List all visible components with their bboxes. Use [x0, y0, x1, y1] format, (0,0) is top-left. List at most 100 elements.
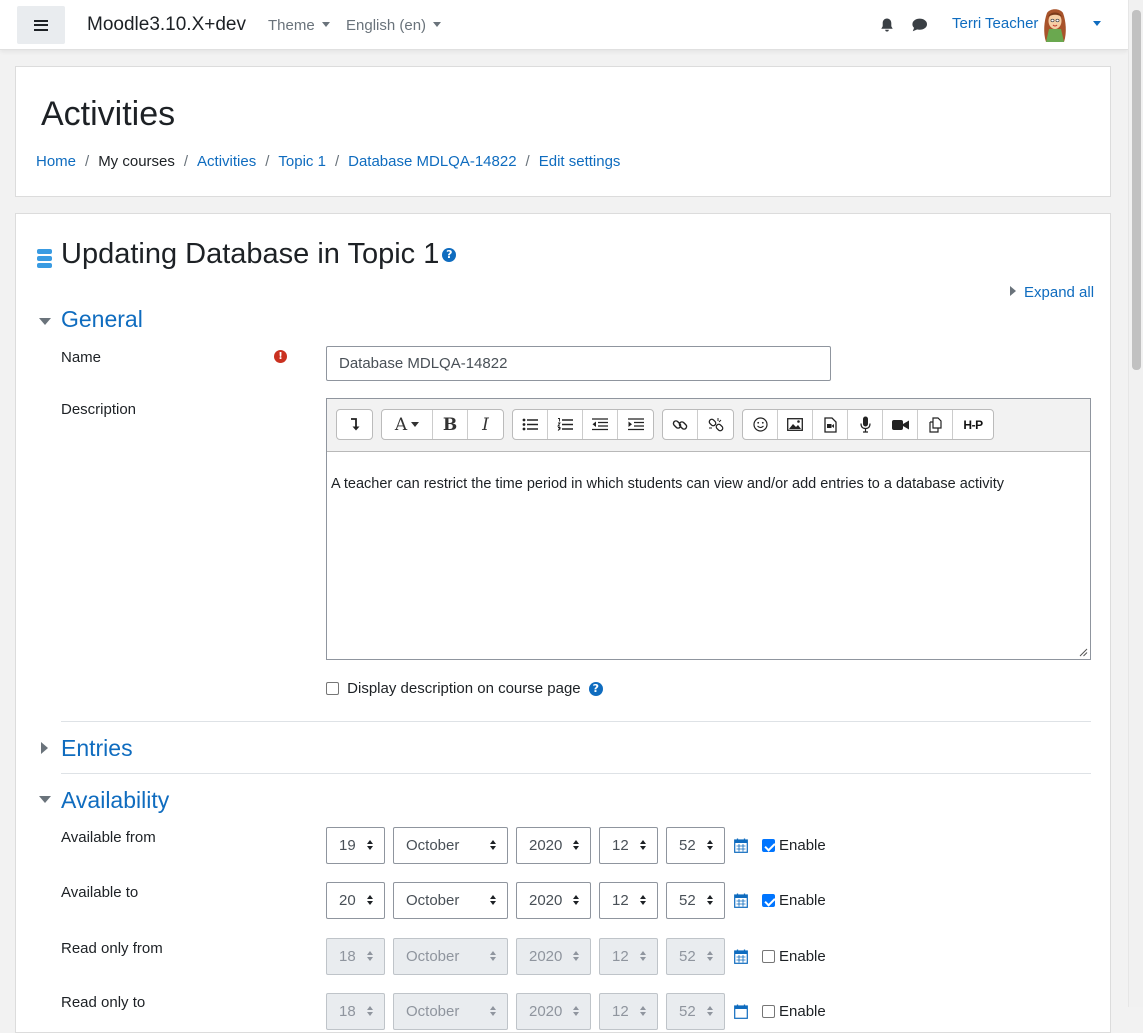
record-video-button[interactable] — [883, 410, 918, 439]
h5p-button[interactable]: H-P — [953, 410, 993, 439]
outdent-button[interactable] — [583, 410, 618, 439]
breadcrumb-my-courses: My courses — [98, 153, 175, 170]
toolbar-group — [336, 409, 373, 440]
manage-files-button[interactable] — [918, 410, 953, 439]
available-to-month-select[interactable]: October — [393, 882, 508, 919]
read-only-to-minute-select: 52 — [666, 993, 725, 1030]
help-icon[interactable]: ? — [442, 248, 457, 263]
link-icon — [672, 419, 688, 430]
select-value: October — [406, 892, 460, 909]
read-only-from-enable-checkbox[interactable] — [762, 950, 775, 963]
select-value: 2020 — [529, 837, 563, 854]
collapse-icon[interactable] — [39, 318, 51, 325]
available-from-enable-checkbox[interactable] — [762, 839, 775, 852]
select-value: 12 — [612, 948, 629, 965]
resize-handle-icon[interactable] — [1079, 648, 1088, 657]
available-from-minute-select[interactable]: 52 — [666, 827, 725, 864]
unlink-button[interactable] — [698, 410, 733, 439]
collapse-icon[interactable] — [39, 796, 51, 803]
calendar-icon[interactable] — [734, 838, 748, 853]
menu-toggle-button[interactable] — [17, 6, 65, 44]
indent-button[interactable] — [618, 410, 653, 439]
avatar[interactable] — [1038, 7, 1072, 43]
section-entries-heading[interactable]: Entries — [61, 735, 133, 762]
chevron-down-icon — [433, 22, 442, 27]
name-input[interactable]: Database MDLQA-14822 — [326, 346, 831, 381]
theme-menu[interactable]: Theme — [268, 17, 330, 34]
display-description-option: Display description on course page ? — [326, 680, 603, 697]
select-value: 52 — [679, 837, 696, 854]
section-general-heading[interactable]: General — [61, 306, 143, 333]
section-availability-heading[interactable]: Availability — [61, 787, 169, 814]
display-description-label[interactable]: Display description on course page — [347, 680, 580, 697]
description-editor[interactable]: A B I H-P A teacher can restrict the tim… — [326, 398, 1091, 660]
read-only-from-minute-select: 52 — [666, 938, 725, 975]
breadcrumb: Home / My courses / Activities / Topic 1 / Datab… — [36, 153, 620, 170]
breadcrumb-edit-settings[interactable]: Edit settings — [539, 153, 621, 170]
emoticon-button[interactable] — [743, 410, 778, 439]
media-button[interactable] — [813, 410, 848, 439]
description-text[interactable]: A teacher can restrict the time period i… — [327, 452, 1090, 516]
read-only-to-year-select: 2020 — [516, 993, 591, 1030]
available-to-enable-checkbox[interactable] — [762, 894, 775, 907]
enable-label[interactable]: Enable — [779, 948, 826, 965]
select-arrow-icon — [707, 895, 714, 906]
menu-icon — [34, 19, 48, 31]
font-color-button[interactable]: A — [382, 410, 433, 439]
form-title-text: Updating Database in Topic 1 — [61, 238, 440, 270]
description-label: Description — [61, 401, 137, 418]
chevron-down-icon[interactable] — [1093, 21, 1101, 26]
calendar-icon[interactable] — [734, 949, 748, 964]
available-from-month-select[interactable]: October — [393, 827, 508, 864]
available-from-label: Available from — [61, 829, 156, 846]
read-only-to-hour-select: 12 — [599, 993, 658, 1030]
available-from-day-select[interactable]: 19 — [326, 827, 385, 864]
available-to-year-select[interactable]: 2020 — [516, 882, 591, 919]
available-to-minute-select[interactable]: 52 — [666, 882, 725, 919]
read-only-from-day-select: 18 — [326, 938, 385, 975]
display-description-checkbox[interactable] — [326, 682, 339, 695]
arrow-down-icon — [350, 417, 359, 430]
user-name[interactable]: Terri Teacher — [952, 15, 1038, 32]
expand-toolbar-button[interactable] — [337, 410, 372, 439]
unordered-list-button[interactable] — [513, 410, 548, 439]
site-brand[interactable]: Moodle3.10.X+dev — [87, 14, 246, 36]
available-to-day-select[interactable]: 20 — [326, 882, 385, 919]
breadcrumb-home[interactable]: Home — [36, 153, 76, 170]
link-button[interactable] — [663, 410, 698, 439]
image-button[interactable] — [778, 410, 813, 439]
calendar-icon[interactable] — [734, 893, 748, 908]
enable-label[interactable]: Enable — [779, 892, 826, 909]
record-audio-button[interactable] — [848, 410, 883, 439]
help-icon[interactable]: ? — [588, 682, 603, 697]
emoticon-icon — [752, 417, 768, 432]
expand-icon[interactable] — [41, 742, 48, 754]
available-from-year-select[interactable]: 2020 — [516, 827, 591, 864]
enable-label[interactable]: Enable — [779, 1003, 826, 1020]
scrollbar-thumb[interactable] — [1132, 10, 1141, 370]
chat-icon[interactable] — [911, 17, 928, 33]
breadcrumb-activities[interactable]: Activities — [197, 153, 256, 170]
files-icon — [928, 416, 942, 433]
outdent-icon — [592, 418, 608, 431]
ordered-list-button[interactable] — [548, 410, 583, 439]
select-value: October — [406, 837, 460, 854]
calendar-icon[interactable] — [734, 1004, 748, 1019]
form-title: Updating Database in Topic 1? — [61, 238, 457, 271]
expand-all-link[interactable]: Expand all — [1010, 284, 1094, 301]
bell-icon[interactable] — [879, 17, 895, 33]
editor-toolbar: A B I H-P — [327, 399, 1090, 452]
bold-button[interactable]: B — [433, 410, 468, 439]
available-to-hour-select[interactable]: 12 — [599, 882, 658, 919]
available-from-hour-select[interactable]: 12 — [599, 827, 658, 864]
indent-icon — [627, 418, 644, 431]
page-scrollbar[interactable] — [1128, 0, 1143, 1007]
italic-button[interactable]: I — [468, 410, 503, 439]
breadcrumb-topic[interactable]: Topic 1 — [278, 153, 326, 170]
h5p-icon: H-P — [963, 417, 983, 432]
select-value: 19 — [339, 837, 356, 854]
breadcrumb-separator: / — [525, 153, 530, 170]
enable-label[interactable]: Enable — [779, 837, 826, 854]
language-menu[interactable]: English (en) — [346, 17, 442, 34]
breadcrumb-database[interactable]: Database MDLQA-14822 — [348, 153, 516, 170]
